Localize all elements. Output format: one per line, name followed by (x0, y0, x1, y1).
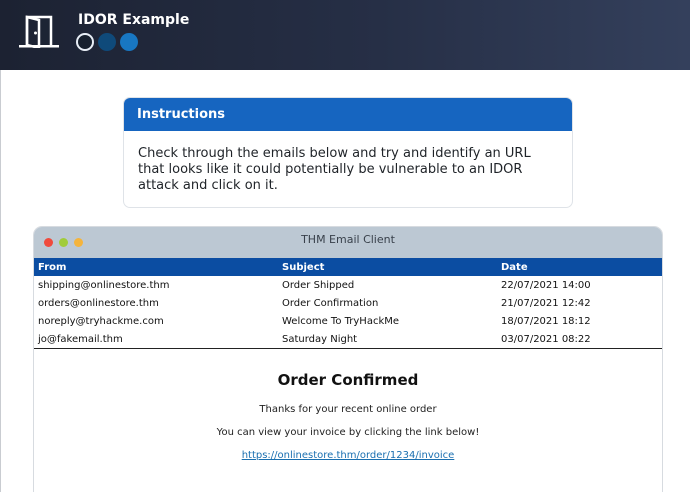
email-from: orders@onlinestore.thm (38, 297, 159, 309)
email-subject: Saturday Night (282, 333, 358, 345)
progress-dot-current[interactable] (76, 33, 94, 51)
email-row[interactable]: noreply@tryhackme.com Welcome To TryHack… (34, 312, 662, 330)
email-subject: Order Confirmation (282, 297, 379, 309)
message-text: Thanks for your recent online order (259, 404, 437, 415)
invoice-link[interactable]: https://onlinestore.thm/order/1234/invoi… (242, 450, 455, 461)
email-list-divider (34, 348, 662, 349)
email-client-window: THM Email Client From Subject Date shipp… (33, 226, 663, 492)
email-subject: Welcome To TryHackMe (282, 315, 400, 327)
email-list-header: From Subject Date (34, 258, 662, 276)
window-title: THM Email Client (301, 233, 395, 246)
message-title: Order Confirmed (277, 371, 419, 389)
message-pane: Order Confirmed Thanks for your recent o… (34, 371, 662, 462)
window-titlebar: THM Email Client (34, 227, 662, 258)
column-header-from: From (38, 261, 67, 273)
instructions-panel: Instructions Check through the emails be… (123, 97, 573, 208)
email-from: shipping@onlinestore.thm (38, 279, 170, 291)
email-date: 18/07/2021 18:12 (501, 315, 591, 327)
email-row[interactable]: orders@onlinestore.thm Order Confirmatio… (34, 294, 662, 312)
email-date: 21/07/2021 12:42 (501, 297, 591, 309)
progress-dot[interactable] (98, 33, 116, 51)
message-text: You can view your invoice by clicking th… (216, 427, 480, 438)
email-from: jo@fakemail.thm (38, 333, 123, 345)
divider (0, 70, 1, 492)
instructions-text: Check through the emails below and try a… (138, 146, 531, 193)
instructions-header: Instructions (124, 98, 572, 131)
email-date: 03/07/2021 08:22 (501, 333, 591, 345)
column-header-subject: Subject (282, 261, 325, 273)
email-row[interactable]: shipping@onlinestore.thm Order Shipped 2… (34, 276, 662, 294)
door-icon (19, 15, 59, 48)
email-row[interactable]: jo@fakemail.thm Saturday Night 03/07/202… (34, 330, 662, 348)
email-from: noreply@tryhackme.com (38, 315, 164, 327)
email-subject: Order Shipped (282, 279, 355, 291)
email-date: 22/07/2021 14:00 (501, 279, 591, 291)
top-bar: IDOR Example (0, 0, 690, 70)
app-title: IDOR Example (78, 12, 190, 28)
progress-dot[interactable] (120, 33, 138, 51)
progress-dots (76, 33, 138, 51)
column-header-date: Date (501, 261, 528, 273)
